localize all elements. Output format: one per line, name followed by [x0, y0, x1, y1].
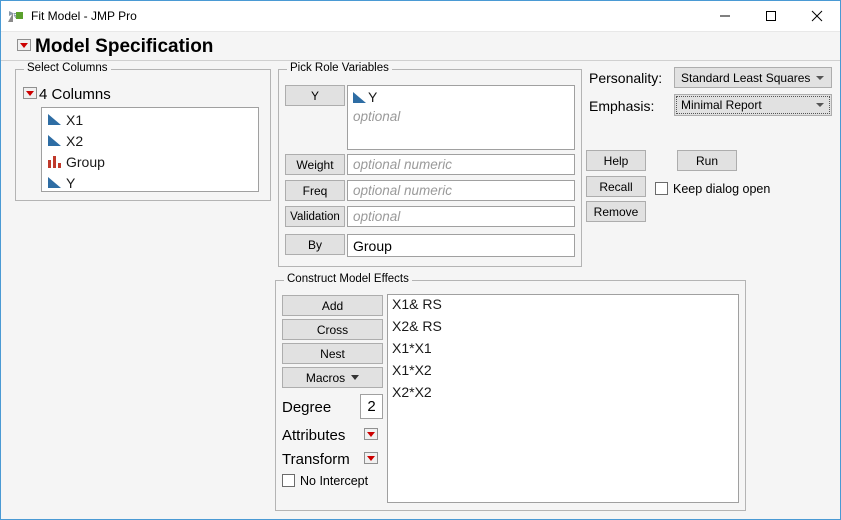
- keep-dialog-open-checkbox[interactable]: [655, 182, 668, 195]
- list-item[interactable]: X1*X2: [392, 362, 432, 378]
- weight-role-field[interactable]: optional numeric: [347, 154, 575, 175]
- list-item[interactable]: Y: [48, 173, 75, 192]
- emphasis-select[interactable]: Minimal Report: [674, 94, 832, 116]
- nest-effect-button[interactable]: Nest: [282, 343, 383, 364]
- by-role-field[interactable]: Group: [347, 234, 575, 257]
- page-title: Model Specification: [35, 36, 214, 57]
- validation-role-field[interactable]: optional: [347, 206, 575, 227]
- red-popup-icon[interactable]: [17, 39, 31, 51]
- columns-popup-icon[interactable]: [23, 87, 37, 99]
- fit-model-dialog: Fit Model - JMP Pro Model Specification …: [0, 0, 841, 520]
- minimize-button[interactable]: [702, 1, 748, 31]
- personality-select[interactable]: Standard Least Squares: [674, 67, 832, 88]
- list-item[interactable]: X1*X1: [392, 340, 432, 356]
- macros-label: Macros: [305, 370, 346, 385]
- continuous-icon: [48, 114, 61, 125]
- y-role-value-text: Y: [368, 89, 378, 105]
- window-controls: [702, 1, 840, 31]
- weight-role-button[interactable]: Weight: [285, 154, 345, 175]
- title-bar: Fit Model - JMP Pro: [1, 1, 840, 31]
- list-item[interactable]: X2& RS: [392, 318, 442, 334]
- header-underline: [1, 60, 840, 61]
- pick-roles-legend: Pick Role Variables: [287, 62, 392, 74]
- attributes-popup-icon[interactable]: [364, 428, 378, 440]
- personality-label: Personality:: [589, 70, 663, 86]
- recall-button[interactable]: Recall: [586, 176, 646, 197]
- transform-label: Transform: [282, 450, 350, 468]
- freq-placeholder: optional numeric: [353, 183, 453, 198]
- emphasis-value: Minimal Report: [681, 98, 762, 112]
- run-button[interactable]: Run: [677, 150, 737, 171]
- attributes-label: Attributes: [282, 426, 346, 444]
- column-name: X2: [66, 132, 84, 149]
- disclosure-triangle-icon[interactable]: [8, 13, 13, 22]
- freq-role-field[interactable]: optional numeric: [347, 180, 575, 201]
- y-role-placeholder: optional: [353, 109, 401, 124]
- no-intercept-checkbox[interactable]: [282, 474, 295, 487]
- y-role-button[interactable]: Y: [285, 85, 345, 106]
- weight-placeholder: optional numeric: [353, 157, 453, 172]
- by-role-value: Group: [353, 237, 392, 254]
- list-item[interactable]: X1: [48, 110, 83, 129]
- chevron-down-icon: [351, 375, 360, 380]
- maximize-button[interactable]: [748, 1, 794, 31]
- freq-role-button[interactable]: Freq: [285, 180, 345, 201]
- personality-value: Standard Least Squares: [681, 70, 811, 85]
- macros-button[interactable]: Macros: [282, 367, 383, 388]
- help-button[interactable]: Help: [586, 150, 646, 171]
- column-name: Group: [66, 153, 105, 170]
- by-role-button[interactable]: By: [285, 234, 345, 255]
- list-item[interactable]: Group: [48, 152, 105, 171]
- close-button[interactable]: [794, 1, 840, 31]
- columns-count-label: 4 Columns: [39, 85, 111, 103]
- continuous-icon: [48, 177, 61, 188]
- degree-input[interactable]: 2: [360, 394, 383, 419]
- list-item[interactable]: X2*X2: [392, 384, 432, 400]
- column-name: Y: [66, 174, 76, 191]
- window-title: Fit Model - JMP Pro: [31, 9, 137, 23]
- y-role-value[interactable]: Y: [353, 88, 377, 106]
- nominal-icon: [48, 155, 61, 168]
- degree-value: 2: [367, 398, 376, 415]
- list-item[interactable]: X2: [48, 131, 83, 150]
- chevron-down-icon: [816, 75, 824, 80]
- cross-effect-button[interactable]: Cross: [282, 319, 383, 340]
- list-item[interactable]: X1& RS: [392, 296, 442, 312]
- column-name: X1: [66, 111, 84, 128]
- degree-label: Degree: [282, 398, 332, 416]
- add-effect-button[interactable]: Add: [282, 295, 383, 316]
- no-intercept-label: No Intercept: [300, 473, 369, 488]
- transform-popup-icon[interactable]: [364, 452, 378, 464]
- select-columns-legend: Select Columns: [24, 62, 111, 74]
- validation-placeholder: optional: [353, 209, 401, 224]
- continuous-icon: [48, 135, 61, 146]
- remove-button[interactable]: Remove: [586, 201, 646, 222]
- emphasis-label: Emphasis:: [589, 98, 655, 114]
- construct-effects-legend: Construct Model Effects: [284, 273, 412, 285]
- continuous-icon: [353, 91, 366, 103]
- keep-dialog-open-label: Keep dialog open: [673, 181, 771, 196]
- chevron-down-icon: [816, 103, 824, 107]
- validation-role-button[interactable]: Validation: [285, 206, 345, 227]
